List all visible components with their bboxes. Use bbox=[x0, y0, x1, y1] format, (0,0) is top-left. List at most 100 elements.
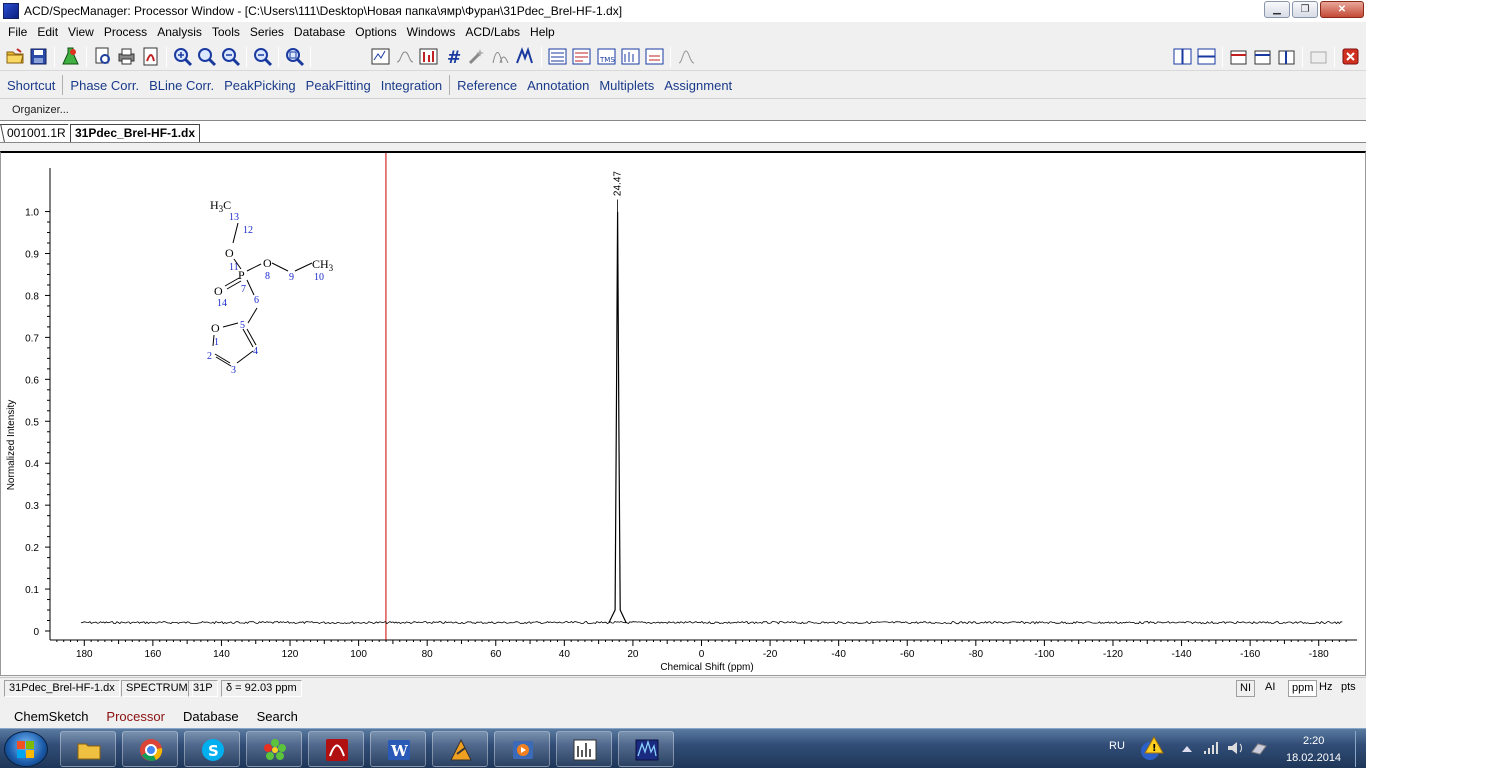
menu-process[interactable]: Process bbox=[99, 25, 152, 39]
clock-date[interactable]: 18.02.2014 bbox=[1286, 752, 1341, 764]
menu-edit[interactable]: Edit bbox=[32, 25, 63, 39]
settings-disabled-icon[interactable] bbox=[1308, 46, 1329, 67]
tile-horizontal-icon[interactable] bbox=[1172, 46, 1193, 67]
menu-view[interactable]: View bbox=[63, 25, 99, 39]
zoom-region-icon[interactable] bbox=[196, 46, 217, 67]
x-tick-label: 120 bbox=[282, 649, 299, 660]
tab-database[interactable]: Database bbox=[179, 709, 243, 724]
show-desktop-button[interactable] bbox=[1355, 731, 1365, 767]
tab-bline-corr[interactable]: BLine Corr. bbox=[144, 78, 219, 93]
x-tick-label: 40 bbox=[559, 649, 571, 660]
simulate-icon[interactable] bbox=[676, 46, 697, 67]
taskbar-word[interactable]: W bbox=[370, 731, 426, 767]
spectrum-plot-area[interactable]: 0 0.1 0.2 0.3 0.4 0.5 0.6 0.7 0.8 0.9 1.0 180 160 14… bbox=[0, 151, 1366, 676]
clock-time[interactable]: 2:20 bbox=[1303, 735, 1324, 747]
structure-drawing[interactable]: H3C 13 12 O 11 O 8 9 CH3 10 P 7 O 14 6 O… bbox=[207, 198, 334, 376]
menu-analysis[interactable]: Analysis bbox=[152, 25, 207, 39]
multiplet-icon[interactable] bbox=[620, 46, 641, 67]
spectrum-app-icon bbox=[573, 739, 597, 761]
baseline-icon[interactable] bbox=[370, 46, 391, 67]
taskbar-media-player[interactable] bbox=[494, 731, 550, 767]
pts-unit-button[interactable]: pts bbox=[1338, 680, 1359, 697]
window-layout-3-icon[interactable] bbox=[1276, 46, 1297, 67]
status-filename: 31Pdec_Brel-HF-1.dx bbox=[4, 680, 120, 697]
language-indicator[interactable]: RU bbox=[1109, 740, 1125, 752]
tab-search[interactable]: Search bbox=[253, 709, 302, 724]
menu-options[interactable]: Options bbox=[350, 25, 401, 39]
tab-peakpicking[interactable]: PeakPicking bbox=[219, 78, 301, 93]
window-layout-2-icon[interactable] bbox=[1252, 46, 1273, 67]
menu-database[interactable]: Database bbox=[289, 25, 350, 39]
taskbar-winamp[interactable] bbox=[432, 731, 488, 767]
tab-assignment[interactable]: Assignment bbox=[659, 78, 737, 93]
grid-hash-icon[interactable]: # bbox=[443, 46, 464, 68]
tab-reference[interactable]: Reference bbox=[452, 78, 522, 93]
taskbar-explorer[interactable] bbox=[60, 731, 116, 767]
taskbar-acrobat[interactable] bbox=[308, 731, 364, 767]
show-hidden-icons-icon[interactable] bbox=[1181, 744, 1193, 754]
power-icon[interactable] bbox=[1250, 740, 1268, 756]
close-button[interactable]: ✕ bbox=[1320, 1, 1364, 18]
taskbar-icq[interactable] bbox=[246, 731, 302, 767]
print-preview-icon[interactable] bbox=[92, 46, 113, 67]
tab-shortcut[interactable]: Shortcut bbox=[2, 78, 60, 93]
process-flask-icon[interactable] bbox=[60, 46, 81, 67]
label-3: 3 bbox=[231, 365, 236, 376]
taskbar-specmanager-2[interactable] bbox=[618, 731, 674, 767]
zoom-out-icon[interactable] bbox=[252, 46, 273, 67]
minimize-button[interactable]: ▁ bbox=[1264, 1, 1290, 18]
x-axis: 180 160 140 120 100 80 60 40 20 0 -20 -40 -60 -80 -100… bbox=[50, 639, 1357, 660]
menu-series[interactable]: Series bbox=[245, 25, 289, 39]
assignment-icon[interactable] bbox=[644, 46, 665, 67]
doc-tab-001001[interactable]: 001001.1R bbox=[0, 124, 72, 142]
ni-button[interactable]: NI bbox=[1236, 680, 1255, 697]
zoom-full-icon[interactable] bbox=[284, 46, 305, 67]
tab-processor[interactable]: Processor bbox=[102, 709, 169, 724]
taskbar-skype[interactable]: S bbox=[184, 731, 240, 767]
close-document-icon[interactable] bbox=[1340, 46, 1361, 67]
doc-tab-31pdec[interactable]: 31Pdec_Brel-HF-1.dx bbox=[70, 124, 201, 142]
network-warning-icon[interactable]: ! bbox=[1138, 735, 1166, 763]
signal-icon[interactable] bbox=[1203, 740, 1221, 756]
tab-integration[interactable]: Integration bbox=[376, 78, 447, 93]
tab-phase-corr[interactable]: Phase Corr. bbox=[65, 78, 144, 93]
x-axis-label: Chemical Shift (ppm) bbox=[660, 662, 753, 673]
wand-icon[interactable] bbox=[466, 46, 487, 67]
hz-unit-button[interactable]: Hz bbox=[1316, 680, 1335, 697]
maximize-button[interactable]: ❐ bbox=[1292, 1, 1318, 18]
menu-acdlabs[interactable]: ACD/Labs bbox=[460, 25, 525, 39]
organizer-button[interactable]: Organizer... bbox=[12, 104, 69, 116]
tms-reference-icon[interactable]: TMS bbox=[596, 46, 617, 67]
main-toolbar: # TMS bbox=[0, 43, 1366, 71]
integrate-icon[interactable] bbox=[394, 46, 415, 67]
taskbar-chrome[interactable] bbox=[122, 731, 178, 767]
tab-multiplets[interactable]: Multiplets bbox=[594, 78, 659, 93]
tab-annotation[interactable]: Annotation bbox=[522, 78, 594, 93]
start-button[interactable] bbox=[4, 731, 48, 767]
spectrum-chart[interactable]: 00.10.20.30.40.50.60.70.80.91.0 180 160 14… bbox=[1, 153, 1365, 675]
peak-pick-icon[interactable] bbox=[418, 46, 439, 67]
reference-icon[interactable] bbox=[547, 46, 568, 67]
annotation-icon[interactable] bbox=[571, 46, 592, 67]
ai-button[interactable]: AI bbox=[1262, 680, 1278, 697]
save-icon[interactable] bbox=[28, 46, 49, 67]
menu-tools[interactable]: Tools bbox=[207, 25, 245, 39]
open-folder-icon[interactable] bbox=[5, 46, 26, 67]
menu-file[interactable]: File bbox=[3, 25, 32, 39]
ppm-unit-button[interactable]: ppm bbox=[1288, 680, 1318, 697]
menu-windows[interactable]: Windows bbox=[402, 25, 461, 39]
window-layout-1-icon[interactable] bbox=[1228, 46, 1249, 67]
tab-chemsketch[interactable]: ChemSketch bbox=[10, 709, 92, 724]
zoom-horizontal-icon[interactable] bbox=[220, 46, 241, 67]
tile-vertical-icon[interactable] bbox=[1196, 46, 1217, 67]
taskbar-specmanager-1[interactable] bbox=[556, 731, 612, 767]
zoom-in-icon[interactable] bbox=[172, 46, 193, 67]
structure-bonds bbox=[212, 222, 313, 367]
export-pdf-icon[interactable] bbox=[140, 46, 161, 67]
volume-icon[interactable] bbox=[1226, 740, 1246, 756]
print-icon[interactable] bbox=[116, 46, 137, 67]
menu-help[interactable]: Help bbox=[525, 25, 560, 39]
fit-peaks-icon[interactable] bbox=[514, 46, 535, 67]
phase-icon[interactable] bbox=[490, 46, 511, 67]
tab-peakfitting[interactable]: PeakFitting bbox=[301, 78, 376, 93]
